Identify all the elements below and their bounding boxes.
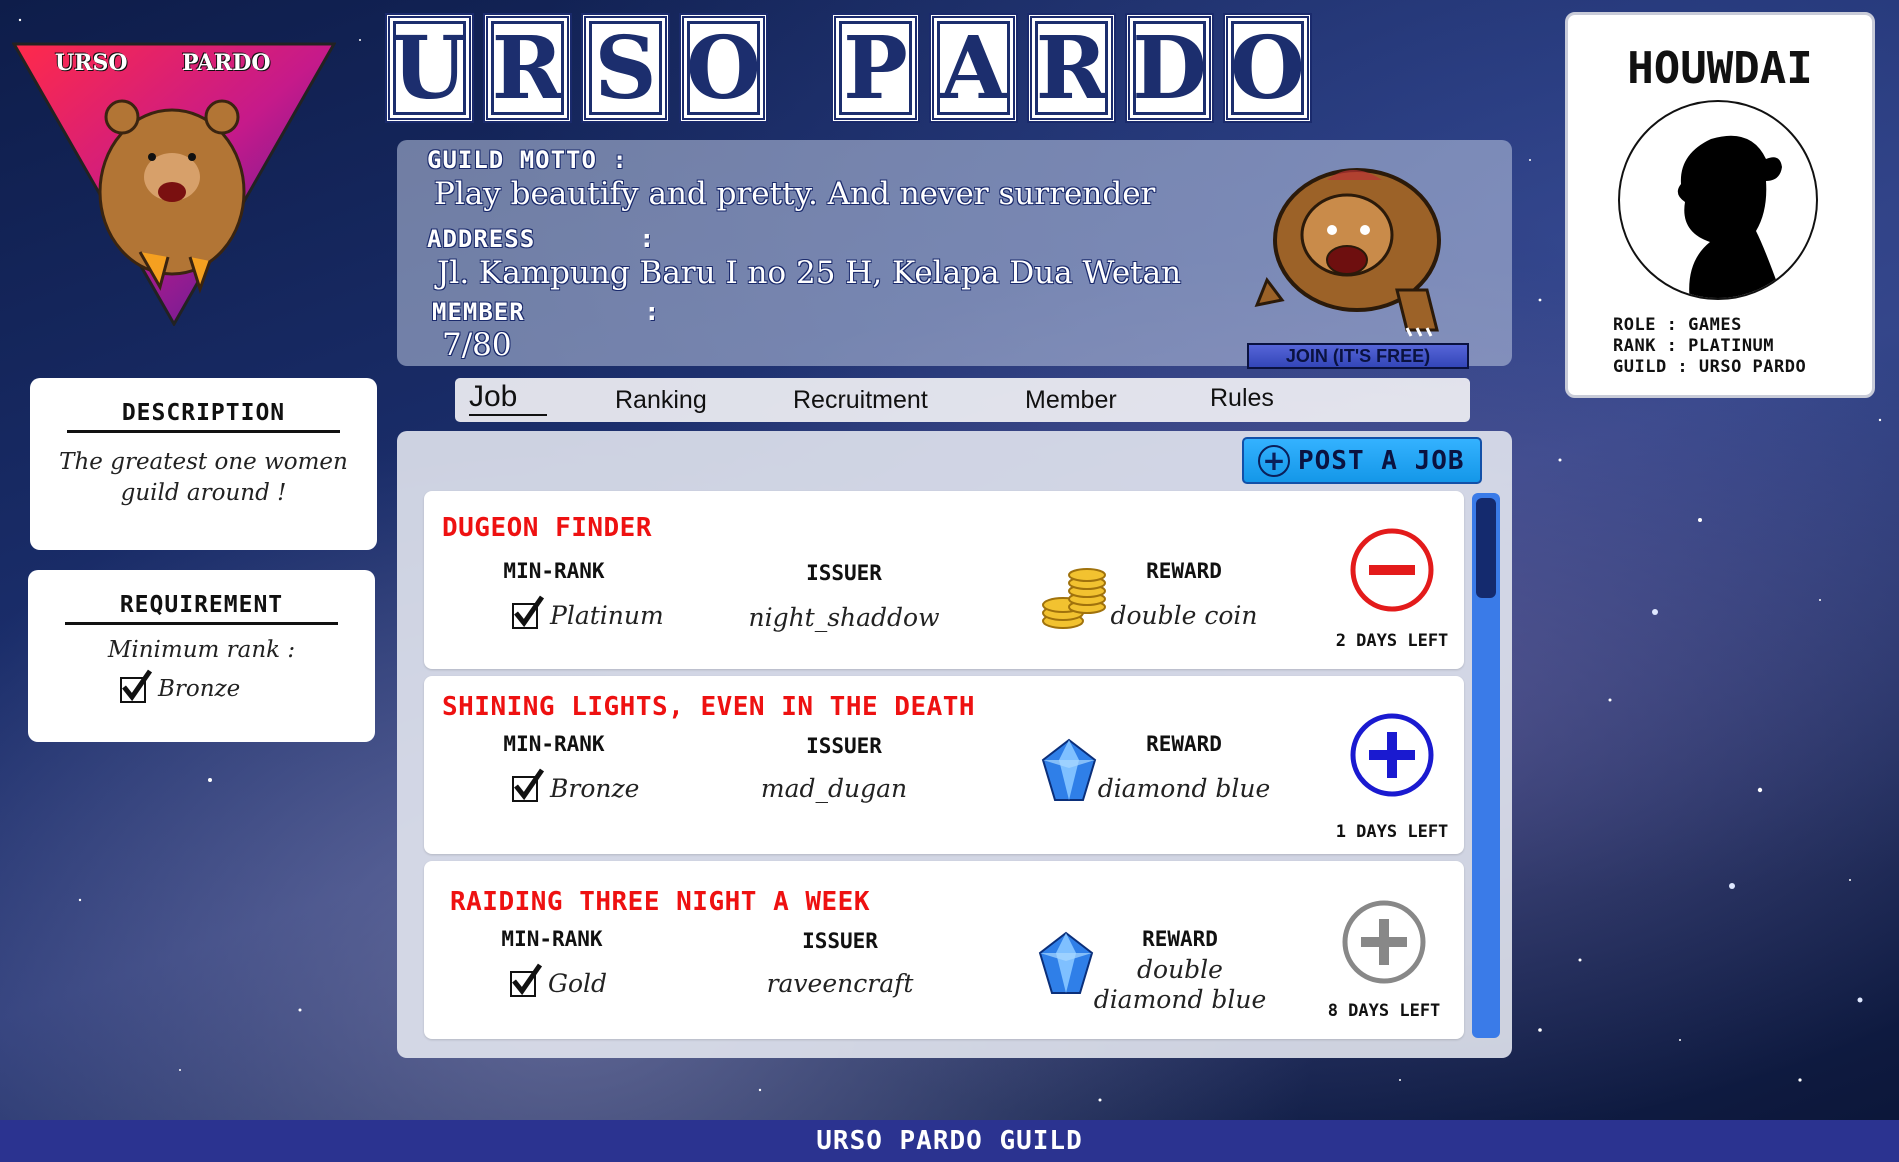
motto-label: GUILD MOTTO : <box>427 146 628 174</box>
reward-label: REWARD <box>1146 732 1222 756</box>
title-space <box>777 13 822 123</box>
job-card[interactable]: RAIDING THREE NIGHT A WEEK MIN-RANK Gold… <box>424 861 1464 1039</box>
min-rank-label: MIN-RANK <box>501 927 603 951</box>
reward-label: REWARD <box>1146 559 1222 583</box>
reward-value: double coin <box>1110 601 1258 630</box>
min-rank-value: Bronze <box>550 774 640 803</box>
profile-username: HOUWDAI <box>1627 43 1813 94</box>
reward-label: REWARD <box>1142 927 1218 951</box>
avatar[interactable] <box>1618 100 1818 300</box>
minus-circle-icon[interactable] <box>1349 527 1435 613</box>
min-rank-row: Gold <box>510 963 608 999</box>
requirement-rank: Bronze <box>158 676 241 702</box>
checkbox-checked-icon <box>512 768 545 802</box>
job-card[interactable]: DUGEON FINDER MIN-RANK Platinum ISSUER n… <box>424 491 1464 669</box>
job-title: SHINING LIGHTS, EVEN IN THE DEATH <box>442 692 976 722</box>
issuer-value: mad_dugan <box>760 774 908 803</box>
post-job-label: POST A JOB <box>1298 445 1465 476</box>
title-letter: R <box>483 13 572 123</box>
days-left: 1 DAYS LEFT <box>1335 822 1449 842</box>
checkbox-checked-icon <box>512 595 545 629</box>
description-text: The greatest one women guild around ! <box>30 447 377 509</box>
guild-title: U R S O P A R D O <box>385 12 1515 124</box>
member-count: 7/80 <box>442 327 512 363</box>
description-card: DESCRIPTION The greatest one women guild… <box>30 378 377 550</box>
plus-circle-icon[interactable] <box>1341 899 1427 985</box>
title-letter: A <box>929 13 1018 123</box>
post-job-button[interactable]: + POST A JOB <box>1242 437 1482 484</box>
address-colon: : <box>642 225 652 253</box>
scrollbar-thumb[interactable] <box>1476 498 1496 598</box>
guild-info-panel: GUILD MOTTO : Play beautify and pretty. … <box>397 140 1512 369</box>
reward-value-line: diamond blue <box>1093 985 1267 1014</box>
logo-text-urso: URSO <box>55 50 128 76</box>
issuer-label: ISSUER <box>806 561 882 585</box>
tab-rules[interactable]: Rules <box>1210 384 1274 413</box>
logo-text-pardo: PARDO <box>182 50 271 76</box>
member-label: MEMBER <box>432 298 525 326</box>
guild-logo <box>12 42 336 326</box>
job-title: DUGEON FINDER <box>442 513 652 543</box>
job-list-panel: + POST A JOB DUGEON FINDER MIN-RANK Plat… <box>397 431 1512 1058</box>
guild-tabs: Job Ranking Recruitment Member Rules <box>455 378 1470 422</box>
job-card[interactable]: SHINING LIGHTS, EVEN IN THE DEATH MIN-RA… <box>424 676 1464 854</box>
profile-rank: RANK : PLATINUM <box>1613 336 1775 356</box>
issuer-label: ISSUER <box>806 734 882 758</box>
title-letter: D <box>1125 13 1214 123</box>
requirement-label: Minimum rank : <box>107 637 296 663</box>
issuer-value: raveencraft <box>766 969 914 998</box>
description-line: The greatest one women <box>59 449 348 475</box>
min-rank-value: Gold <box>548 969 608 998</box>
reward-value: diamond blue <box>1097 774 1271 803</box>
title-letter: S <box>581 13 670 123</box>
checkbox-checked-icon <box>120 669 153 703</box>
min-rank-row: Platinum <box>512 595 664 631</box>
tab-ranking[interactable]: Ranking <box>615 386 707 415</box>
description-title: DESCRIPTION <box>67 400 340 433</box>
min-rank-row: Bronze <box>512 768 640 804</box>
min-rank-value: Platinum <box>550 601 664 630</box>
requirement-rank-row: Bronze <box>120 669 375 705</box>
title-letter: O <box>679 13 768 123</box>
requirement-title: REQUIREMENT <box>65 592 338 625</box>
title-letter: R <box>1027 13 1116 123</box>
join-button[interactable]: JOIN (IT'S FREE) <box>1247 343 1469 369</box>
tab-job[interactable]: Job <box>469 380 548 416</box>
issuer-value: night_shaddow <box>748 603 940 632</box>
min-rank-label: MIN-RANK <box>503 559 605 583</box>
requirement-card: REQUIREMENT Minimum rank : Bronze <box>28 570 375 742</box>
tab-recruitment[interactable]: Recruitment <box>793 386 928 415</box>
plus-icon: + <box>1258 444 1290 477</box>
charging-bear-image <box>1254 168 1441 337</box>
tab-member[interactable]: Member <box>1025 386 1117 415</box>
address-text: Jl. Kampung Baru I no 25 H, Kelapa Dua W… <box>437 255 1182 291</box>
description-line: guild around ! <box>120 480 287 506</box>
title-letter: O <box>1223 13 1312 123</box>
min-rank-label: MIN-RANK <box>503 732 605 756</box>
user-profile-card: HOUWDAI ROLE : GAMES RANK : PLATINUM GUI… <box>1565 12 1875 398</box>
address-label: ADDRESS <box>427 225 536 253</box>
profile-guild: GUILD : URSO PARDO <box>1613 357 1807 377</box>
title-letter: U <box>385 13 474 123</box>
issuer-label: ISSUER <box>802 929 878 953</box>
footer-text: URSO PARDO GUILD <box>816 1126 1083 1156</box>
checkbox-checked-icon <box>510 963 543 997</box>
reward-value-line: double <box>1137 955 1223 984</box>
woman-silhouette-icon <box>1677 135 1783 298</box>
footer: URSO PARDO GUILD <box>0 1120 1899 1162</box>
days-left: 2 DAYS LEFT <box>1335 631 1449 651</box>
member-colon: : <box>647 298 657 326</box>
plus-circle-icon[interactable] <box>1349 712 1435 798</box>
title-letter: P <box>831 13 920 123</box>
job-title: RAIDING THREE NIGHT A WEEK <box>450 887 870 917</box>
profile-role: ROLE : GAMES <box>1613 315 1742 335</box>
job-list-scrollbar[interactable] <box>1472 493 1500 1038</box>
days-left: 8 DAYS LEFT <box>1327 1001 1441 1021</box>
motto-text: Play beautify and pretty. And never surr… <box>434 176 1156 212</box>
